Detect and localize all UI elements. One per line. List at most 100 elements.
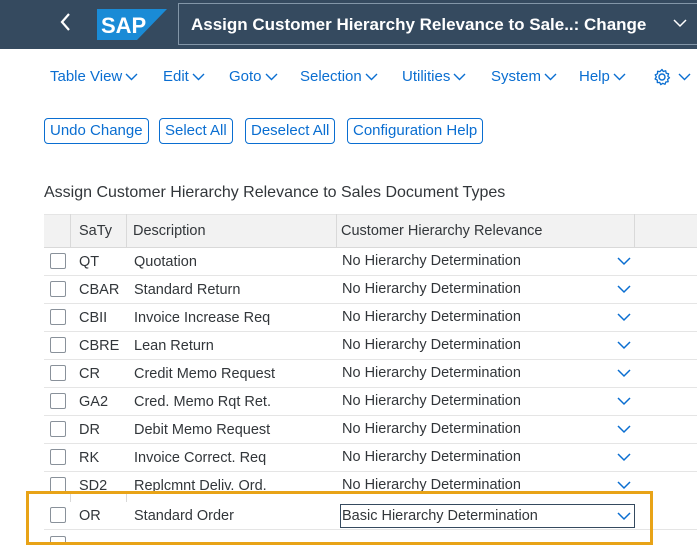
row-code: QT [79,254,100,270]
row-select-checkbox[interactable] [50,536,66,544]
chevron-down-icon [617,369,631,378]
chevron-down-icon [617,397,631,406]
row-description: Invoice Increase Req [134,310,271,326]
sap-logo[interactable]: SAP [97,9,167,40]
relevance-select[interactable]: No Hierarchy Determination [342,276,635,303]
row-description: Standard Order [134,508,234,524]
table-row[interactable]: RK Invoice Correct. Req No Hierarchy Det… [44,444,697,472]
row-description: Quotation [134,254,197,270]
menu-system[interactable]: System [491,60,557,94]
deselect-all-button[interactable]: Deselect All [245,118,336,144]
table-row[interactable]: CR Credit Memo Request No Hierarchy Dete… [44,360,697,388]
configuration-help-button[interactable]: Configuration Help [347,118,484,144]
relevance-select[interactable]: No Hierarchy Determination [342,304,635,331]
row-code: DR [79,422,100,438]
relevance-select[interactable]: No Hierarchy Determination [342,332,635,359]
menu-edit[interactable]: Edit [163,60,205,94]
column-header-saty[interactable]: SaTy [79,215,112,248]
table-row[interactable]: DR Debit Memo Request No Hierarchy Deter… [44,416,697,444]
chevron-down-icon [544,73,557,81]
row-description: Cred. Memo Rqt Ret. [134,394,271,410]
chevron-left-icon [60,13,70,31]
chevron-down-icon [617,285,631,294]
row-description: Lean Return [134,338,214,354]
table-row[interactable]: QT Quotation No Hierarchy Determination [44,248,697,276]
table-row[interactable]: GA2 Cred. Memo Rqt Ret. No Hierarchy Det… [44,388,697,416]
row-code: CBAR [79,282,120,298]
chevron-down-icon [192,73,205,81]
row-description: Credit Memo Request [134,366,276,382]
chevron-down-icon [617,481,631,490]
table-row-empty[interactable] [44,530,697,544]
relevance-select[interactable]: No Hierarchy Determination [342,472,635,491]
row-select-checkbox[interactable] [50,421,66,437]
table-header: SaTy Description Customer Hierarchy Rele… [44,214,697,248]
row-code: SD2 [79,478,108,491]
chevron-down-icon [613,73,626,81]
gear-icon [654,68,671,86]
relevance-select[interactable]: No Hierarchy Determination [342,388,635,415]
row-select-checkbox[interactable] [50,281,66,297]
chevron-down-icon [617,512,631,521]
svg-text:SAP: SAP [101,13,146,38]
chevron-down-icon [617,341,631,350]
row-code: CBII [79,310,108,326]
chevron-down-icon [673,19,687,28]
undo-change-button[interactable]: Undo Change [44,118,149,144]
section-title: Assign Customer Hierarchy Relevance to S… [44,184,506,201]
row-description: Standard Return [134,282,241,298]
table-row[interactable]: SD2 Replcmnt Deliv. Ord. No Hierarchy De… [44,472,697,491]
column-divider [336,214,337,248]
chevron-down-icon [365,73,378,81]
menu-selection[interactable]: Selection [300,60,378,94]
menu-help[interactable]: Help [579,60,626,94]
table-row-new[interactable]: OR Standard Order Basic Hierarchy Determ… [44,502,697,530]
relevance-select[interactable]: No Hierarchy Determination [342,444,635,471]
column-divider [634,214,635,248]
row-select-checkbox[interactable] [50,253,66,269]
chevron-down-icon [265,73,278,81]
table-row[interactable]: CBAR Standard Return No Hierarchy Determ… [44,276,697,304]
relevance-select[interactable]: Basic Hierarchy Determination [340,504,635,528]
chevron-down-icon [617,257,631,266]
menu-goto[interactable]: Goto [229,60,278,94]
relevance-select[interactable]: No Hierarchy Determination [342,248,635,275]
select-all-button[interactable]: Select All [159,118,233,144]
row-select-checkbox[interactable] [50,449,66,465]
shell-header: SAP Assign Customer Hierarchy Relevance … [0,0,697,49]
chevron-down-icon [125,73,138,81]
partially-hidden-row: SD2 Replcmnt Deliv. Ord. No Hierarchy De… [44,472,697,491]
row-select-checkbox[interactable] [50,309,66,325]
back-button[interactable] [55,12,75,36]
menu-settings[interactable] [650,60,691,94]
row-code: OR [79,508,101,524]
row-select-checkbox[interactable] [50,365,66,381]
row-code: CBRE [79,338,120,354]
chevron-down-icon [617,425,631,434]
row-code: CR [79,366,100,382]
menu-bar: Table View Edit Goto Selection Utilities… [0,60,697,94]
row-description: Replcmnt Deliv. Ord. [134,478,267,491]
row-code: GA2 [79,394,109,410]
row-select-checkbox[interactable] [50,477,66,491]
row-code: RK [79,450,100,466]
row-description: Debit Memo Request [134,422,271,438]
row-select-checkbox[interactable] [50,337,66,353]
row-select-checkbox[interactable] [50,393,66,409]
row-description: Invoice Correct. Req [134,450,267,466]
chevron-down-icon [678,73,691,81]
chevron-down-icon [617,453,631,462]
menu-table-view[interactable]: Table View [50,60,138,94]
table-row[interactable]: CBII Invoice Increase Req No Hierarchy D… [44,304,697,332]
table-row[interactable]: CBRE Lean Return No Hierarchy Determinat… [44,332,697,360]
column-header-relevance[interactable]: Customer Hierarchy Relevance [341,215,542,248]
relevance-select[interactable]: No Hierarchy Determination [342,360,635,387]
column-header-description[interactable]: Description [133,215,206,248]
menu-utilities[interactable]: Utilities [402,60,466,94]
chevron-down-icon [617,313,631,322]
app-title: Assign Customer Hierarchy Relevance to S… [191,15,647,34]
relevance-select[interactable]: No Hierarchy Determination [342,416,635,443]
chevron-down-icon [453,73,466,81]
row-select-checkbox[interactable] [50,507,66,523]
app-title-menu[interactable]: Assign Customer Hierarchy Relevance to S… [178,3,697,45]
